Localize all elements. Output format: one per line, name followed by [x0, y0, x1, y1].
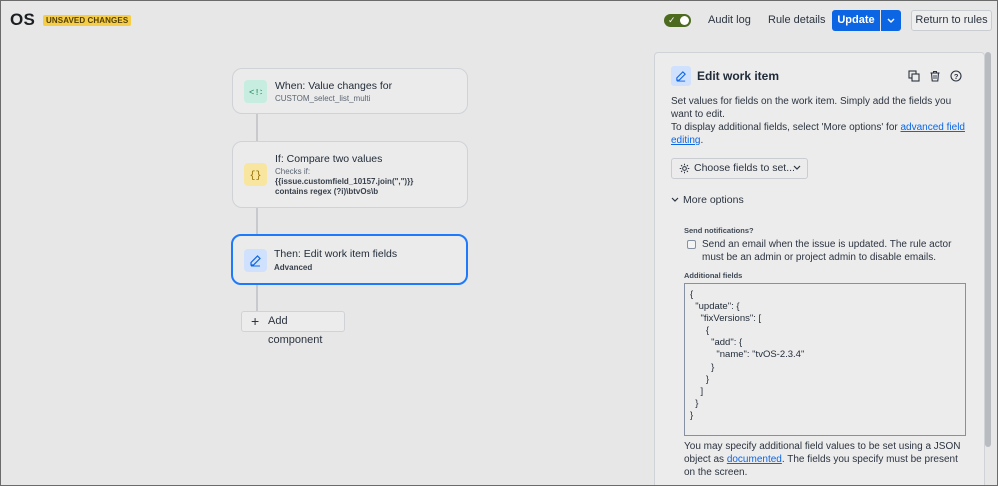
trigger-title: When: Value changes for	[275, 80, 393, 92]
condition-node[interactable]: {} If: Compare two values Checks if: {{i…	[232, 141, 468, 208]
rule-enabled-toggle[interactable]: ✓	[664, 14, 691, 27]
condition-regex: contains regex (?i)\btvOs\b	[275, 187, 379, 196]
additional-fields-label: Additional fields	[684, 271, 743, 280]
panel-scrollbar[interactable]	[985, 52, 991, 447]
app-window: OS UNSAVED CHANGES ✓ Audit log Rule deta…	[0, 0, 998, 486]
help-icon[interactable]: ?	[950, 69, 962, 87]
choose-fields-label: Choose fields to set...	[694, 162, 795, 174]
svg-text:?: ?	[954, 72, 959, 81]
toggle-knob	[680, 16, 689, 25]
top-bar: OS UNSAVED CHANGES ✓ Audit log Rule deta…	[1, 1, 997, 39]
json-help-text: You may specify additional field values …	[684, 440, 969, 479]
panel-description: Set values for fields on the work item. …	[671, 96, 952, 120]
trigger-subtitle: CUSTOM_select_list_multi	[275, 94, 371, 103]
add-component-button[interactable]: + Add component	[241, 311, 345, 346]
rule-details-link[interactable]: Rule details	[768, 14, 825, 26]
additional-fields-json-editor[interactable]: { "update": { "fixVersions": [ { "add": …	[684, 283, 966, 436]
edit-icon	[671, 66, 691, 86]
braces-icon: {}	[244, 163, 267, 186]
more-options-label: More options	[683, 194, 744, 206]
condition-expression: {{issue.customfield_10157.join(",")}}	[275, 177, 414, 186]
rule-title[interactable]: OS	[10, 10, 35, 30]
flow-connector	[256, 208, 258, 235]
unsaved-changes-badge: UNSAVED CHANGES	[43, 15, 132, 26]
update-dropdown-button[interactable]	[881, 10, 901, 31]
update-button[interactable]: Update	[832, 10, 880, 31]
condition-title: If: Compare two values	[275, 153, 383, 165]
chevron-down-icon	[887, 18, 895, 23]
edit-icon	[244, 249, 267, 272]
panel-title: Edit work item	[697, 69, 780, 83]
chevron-down-icon	[793, 165, 801, 170]
send-email-text: Send an email when the issue is updated.…	[702, 239, 952, 263]
svg-text:<!>: <!>	[249, 88, 262, 98]
duplicate-icon[interactable]	[908, 69, 920, 87]
return-to-rules-button[interactable]: Return to rules	[911, 10, 992, 31]
desc-suffix: .	[700, 135, 704, 146]
action-subtitle: Advanced	[274, 263, 313, 272]
edit-panel: Edit work item ? Set values for fields o…	[654, 52, 985, 485]
send-email-checkbox[interactable]	[687, 240, 696, 249]
flow-connector	[256, 285, 258, 311]
plus-icon: +	[251, 313, 260, 329]
flow-connector	[256, 114, 258, 142]
check-icon: ✓	[668, 15, 676, 25]
chevron-down-icon	[671, 197, 679, 202]
trash-icon[interactable]	[929, 69, 941, 87]
panel-description-more: To display additional fields, select 'Mo…	[671, 121, 976, 147]
add-component-label: Add component	[268, 315, 323, 346]
action-node[interactable]: Then: Edit work item fields Advanced	[231, 234, 468, 285]
trigger-icon: <!>	[244, 80, 267, 103]
documented-link[interactable]: documented	[727, 454, 782, 465]
svg-text:{}: {}	[250, 170, 262, 181]
action-title: Then: Edit work item fields	[274, 248, 398, 260]
choose-fields-button[interactable]: Choose fields to set...	[671, 158, 808, 179]
condition-checks-label: Checks if:	[275, 167, 311, 176]
trigger-node[interactable]: <!> When: Value changes for CUSTOM_selec…	[232, 68, 468, 114]
audit-log-link[interactable]: Audit log	[708, 14, 751, 26]
send-notifications-label: Send notifications?	[684, 226, 754, 235]
desc-prefix: To display additional fields, select 'Mo…	[671, 122, 901, 133]
gear-icon	[679, 163, 690, 174]
